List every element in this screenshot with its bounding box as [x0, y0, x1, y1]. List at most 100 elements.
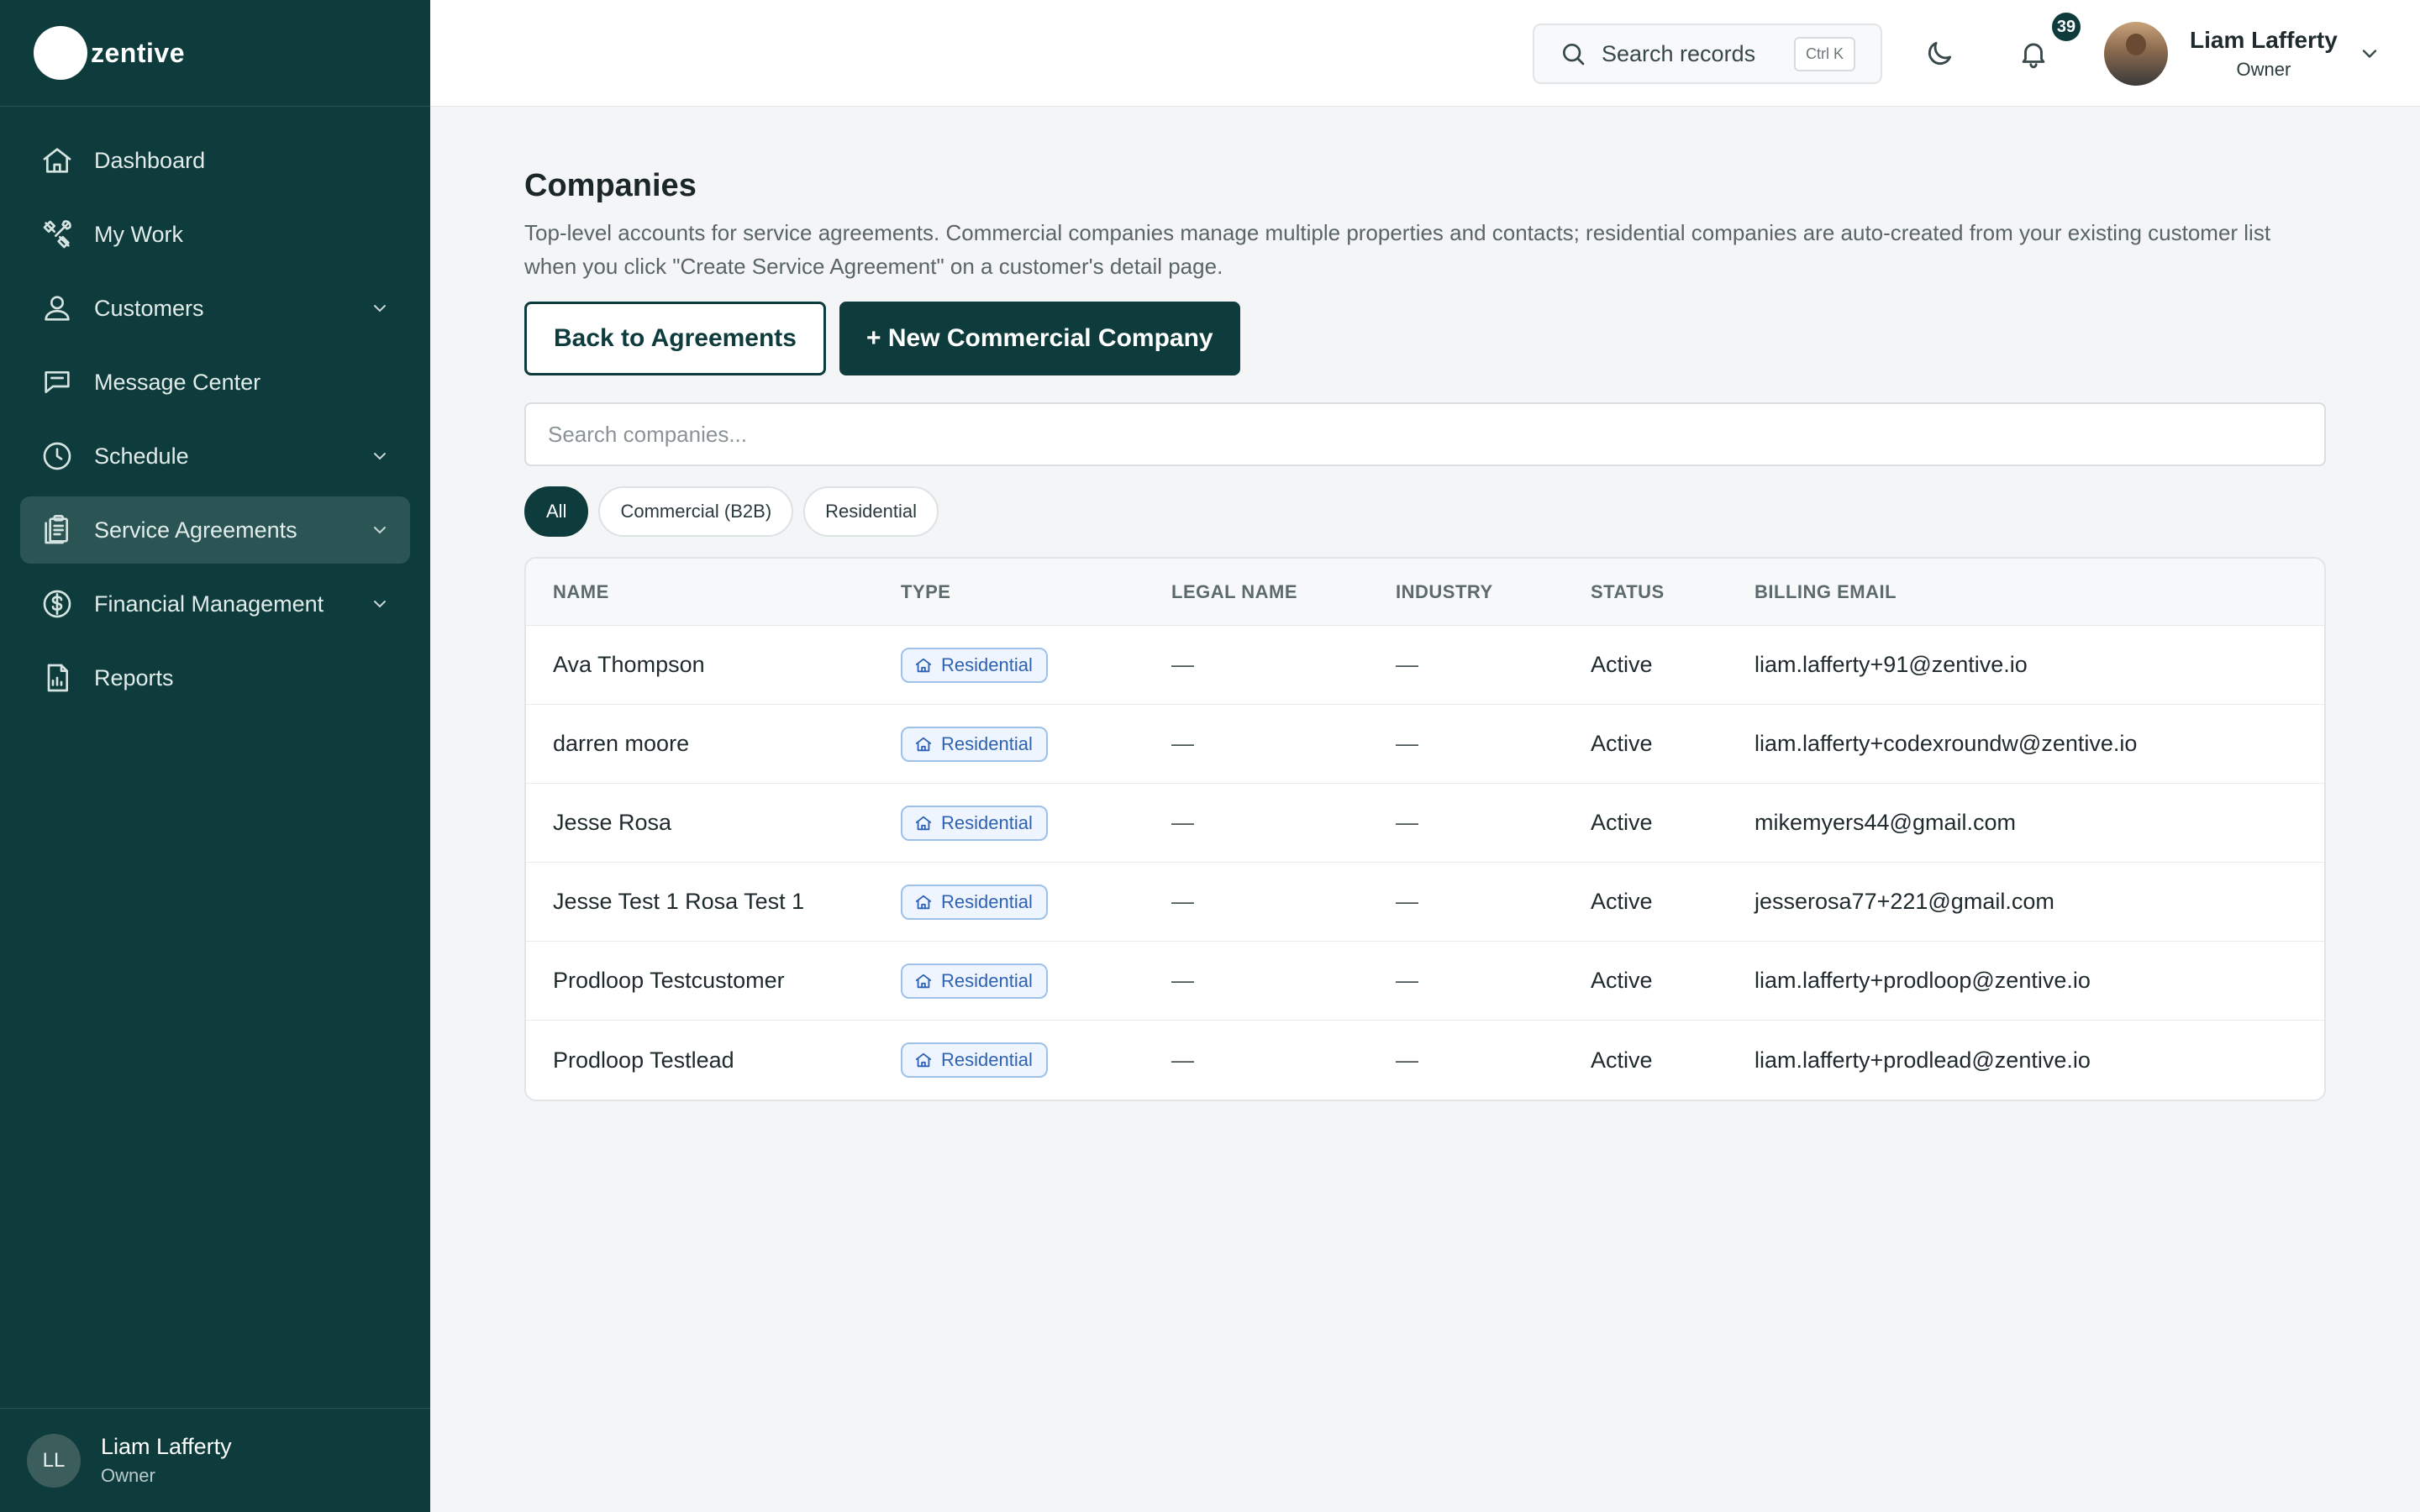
sidebar-item-message-center[interactable]: Message Center — [20, 349, 410, 416]
notifications-button[interactable] — [2010, 30, 2057, 77]
status: Active — [1591, 652, 1653, 677]
company-name[interactable]: Prodloop Testlead — [526, 1047, 901, 1074]
type-badge: Residential — [901, 726, 1048, 762]
clipboard-icon — [45, 515, 68, 544]
industry: — — [1396, 731, 1418, 756]
sidebar-item-my-work[interactable]: My Work — [20, 201, 410, 268]
shortcut-hint: Ctrl K — [1794, 36, 1855, 71]
search-records-label: Search records — [1602, 40, 1756, 66]
company-name[interactable]: Prodloop Testcustomer — [526, 968, 901, 994]
sidebar-item-label: Service Agreements — [94, 517, 297, 543]
sidebar-user-name: Liam Lafferty — [101, 1434, 232, 1459]
search-records-button[interactable]: Search records Ctrl K — [1533, 24, 1882, 84]
status: Active — [1591, 810, 1653, 835]
column-header-industry: INDUSTRY — [1396, 580, 1493, 602]
sidebar-item-label: Customers — [94, 295, 204, 321]
sidebar-item-customers[interactable]: Customers — [20, 275, 410, 342]
column-header-type: TYPE — [901, 580, 951, 602]
type-label: Residential — [941, 1049, 1033, 1070]
search-icon — [1563, 44, 1585, 66]
billing-email: liam.lafferty+91@zentive.io — [1754, 652, 2028, 677]
table-row[interactable]: Prodloop Testlead Residential — — Active liam… — [526, 1021, 2324, 1100]
sidebar-nav: Dashboard My Work Customers Message Center S… — [0, 107, 430, 711]
table-row[interactable]: Jesse Test 1 Rosa Test 1 Residential — — Act… — [526, 863, 2324, 942]
company-search-input[interactable] — [524, 402, 2326, 466]
sidebar-item-dashboard[interactable]: Dashboard — [20, 127, 410, 194]
clock-icon — [43, 442, 71, 470]
type-label: Residential — [941, 811, 1033, 833]
home-icon — [43, 148, 71, 173]
filter-chip-residential[interactable]: Residential — [803, 486, 939, 537]
house-icon — [915, 816, 932, 830]
avatar: LL — [27, 1433, 81, 1488]
column-header-status: STATUS — [1591, 580, 1665, 602]
type-label: Residential — [941, 969, 1033, 991]
column-header-legal-name: LEGAL NAME — [1171, 580, 1298, 602]
legal-name: — — [1171, 889, 1194, 914]
status: Active — [1591, 1047, 1653, 1073]
filter-chip-all[interactable]: All — [524, 486, 589, 537]
table-body: Ava Thompson Residential — — Active liam.laff… — [526, 626, 2324, 1100]
dark-mode-toggle[interactable] — [1916, 30, 1963, 77]
house-icon — [915, 658, 932, 672]
status: Active — [1591, 889, 1653, 914]
industry: — — [1396, 652, 1418, 677]
industry: — — [1396, 810, 1418, 835]
type-badge: Residential — [901, 805, 1048, 841]
legal-name: — — [1171, 731, 1194, 756]
actions: Back to Agreements + New Commercial Comp… — [524, 302, 2326, 375]
chevron-down-icon — [374, 453, 386, 460]
filter-chip-commercial-b2b[interactable]: Commercial (B2B) — [598, 486, 794, 537]
legal-name: — — [1171, 968, 1194, 993]
house-icon — [915, 895, 932, 909]
sidebar-item-schedule[interactable]: Schedule — [20, 423, 410, 490]
house-icon — [915, 974, 932, 988]
type-cell: Residential — [901, 1042, 1171, 1078]
type-badge: Residential — [901, 647, 1048, 683]
profile-menu[interactable]: Liam Lafferty Owner — [2104, 18, 2381, 89]
sidebar-item-label: Schedule — [94, 443, 189, 469]
sidebar-item-label: Message Center — [94, 369, 261, 395]
company-name[interactable]: darren moore — [526, 731, 901, 757]
sidebar-item-financial-management[interactable]: Financial Management — [20, 570, 410, 638]
chat-icon — [45, 371, 70, 393]
type-cell: Residential — [901, 963, 1171, 999]
back-to-agreements-button[interactable]: Back to Agreements — [524, 302, 826, 375]
brand[interactable]: zentive — [0, 0, 430, 107]
sidebar-item-label: Reports — [94, 664, 174, 690]
sidebar-user[interactable]: LL Liam Lafferty Owner — [0, 1408, 430, 1512]
sidebar-item-label: Financial Management — [94, 591, 324, 617]
sidebar-item-reports[interactable]: Reports — [20, 644, 410, 711]
legal-name: — — [1171, 652, 1194, 677]
profile-name: Liam Lafferty — [2190, 27, 2338, 53]
table-row[interactable]: Ava Thompson Residential — — Active liam.laff… — [526, 626, 2324, 705]
sidebar-user-role: Owner — [101, 1465, 155, 1486]
company-name[interactable]: Jesse Test 1 Rosa Test 1 — [526, 889, 901, 915]
table-row[interactable]: darren moore Residential — — Active liam.laff… — [526, 705, 2324, 784]
top-bar: Search records Ctrl K 39 Liam Lafferty O… — [430, 0, 2420, 107]
profile-role: Owner — [2236, 59, 2291, 80]
status: Active — [1591, 968, 1653, 993]
table-row[interactable]: Jesse Rosa Residential — — Active mikemyers44… — [526, 784, 2324, 863]
company-name[interactable]: Ava Thompson — [526, 652, 901, 678]
report-icon — [47, 664, 68, 692]
type-label: Residential — [941, 732, 1033, 754]
company-name[interactable]: Jesse Rosa — [526, 810, 901, 836]
type-badge: Residential — [901, 1042, 1048, 1078]
industry: — — [1396, 1047, 1418, 1073]
chevron-down-icon — [374, 527, 386, 534]
type-cell: Residential — [901, 726, 1171, 762]
sidebar-item-service-agreements[interactable]: Service Agreements — [20, 496, 410, 564]
billing-email: mikemyers44@gmail.com — [1754, 810, 2016, 835]
status: Active — [1591, 731, 1653, 756]
type-cell: Residential — [901, 647, 1171, 683]
page-description: Top-level accounts for service agreement… — [524, 220, 2271, 279]
billing-email: liam.lafferty+codexroundw@zentive.io — [1754, 731, 2138, 756]
new-commercial-company-button[interactable]: + New Commercial Company — [839, 302, 1240, 375]
table-row[interactable]: Prodloop Testcustomer Residential — — Active… — [526, 942, 2324, 1021]
bell-icon — [2022, 43, 2045, 69]
industry: — — [1396, 889, 1418, 914]
house-icon — [915, 1053, 932, 1068]
type-cell: Residential — [901, 805, 1171, 841]
dollar-icon — [43, 590, 71, 618]
